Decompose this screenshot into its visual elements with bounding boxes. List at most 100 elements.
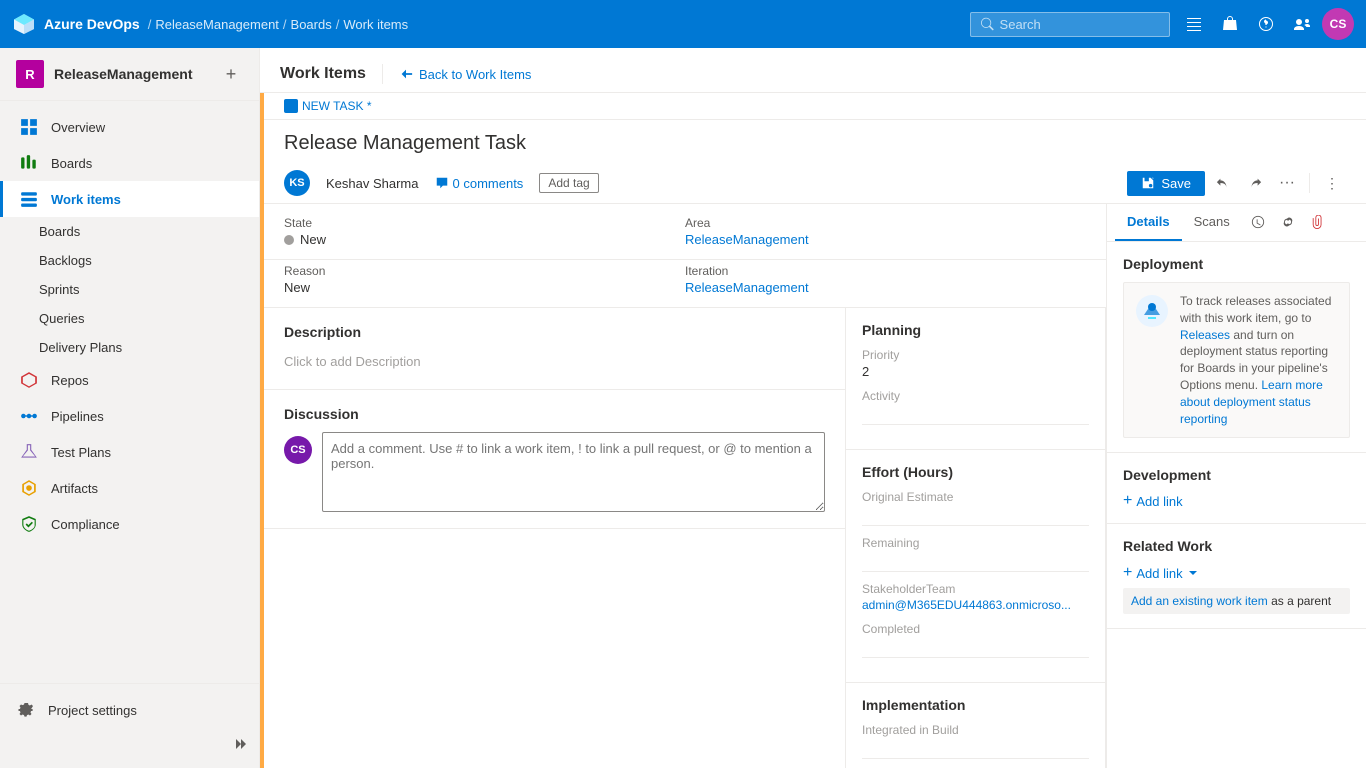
overview-icon (19, 117, 39, 137)
add-tag-button[interactable]: Add tag (539, 173, 598, 193)
author-avatar: KS (284, 170, 310, 196)
top-navbar: Azure DevOps / ReleaseManagement / Board… (0, 0, 1366, 48)
sidebar-item-boards-group[interactable]: Boards (0, 145, 259, 181)
parent-suggestion-box: Add an existing work item as a parent (1123, 588, 1350, 614)
redo-button[interactable] (1241, 169, 1269, 197)
tab-details[interactable]: Details (1115, 204, 1182, 241)
bag-icon[interactable] (1214, 8, 1246, 40)
people-icon[interactable] (1286, 8, 1318, 40)
sidebar-item-artifacts[interactable]: Artifacts (0, 470, 259, 506)
sidebar-add-button[interactable]: + (219, 62, 243, 86)
collapse-button[interactable] (0, 728, 259, 760)
sidebar-item-testplans[interactable]: Test Plans (0, 434, 259, 470)
comment-input[interactable] (322, 432, 825, 512)
integrated-build-input[interactable] (862, 739, 1089, 759)
sidebar-item-compliance[interactable]: Compliance (0, 506, 259, 542)
deployment-section: Deployment (1107, 242, 1366, 453)
undo-button[interactable] (1209, 169, 1237, 197)
help-icon[interactable] (1250, 8, 1282, 40)
add-link-plus-icon: + (1123, 493, 1132, 509)
related-work-section: Related Work + Add link Add an e (1107, 524, 1366, 629)
sidebar-item-sprints[interactable]: Sprints (0, 275, 259, 304)
testplans-icon (19, 442, 39, 462)
sidebar-item-workitems[interactable]: Work items (0, 181, 259, 217)
attachment-tab-icon[interactable] (1304, 209, 1332, 237)
stakeholder-field: StakeholderTeam admin@M365EDU444863.onmi… (862, 582, 1089, 612)
header-divider (382, 64, 383, 84)
discussion-input-area: CS (284, 432, 825, 512)
breadcrumb-boards[interactable]: Boards (291, 17, 332, 32)
original-estimate-input[interactable] (862, 506, 1089, 526)
sidebar-item-pipelines[interactable]: Pipelines (0, 398, 259, 434)
reason-field: Reason New (284, 264, 685, 295)
reason-value[interactable]: New (284, 280, 685, 295)
work-item-title-input[interactable] (284, 128, 1346, 159)
integrated-build-field: Integrated in Build (862, 723, 1089, 759)
app-logo: Azure DevOps (12, 12, 140, 36)
description-placeholder[interactable]: Click to add Description (284, 350, 825, 373)
add-existing-work-item-link[interactable]: Add an existing work item (1131, 594, 1268, 608)
related-add-plus-icon: + (1123, 564, 1132, 582)
stakeholder-value[interactable]: admin@M365EDU444863.onmicroso... (862, 598, 1089, 612)
collapse-icon (231, 736, 247, 752)
back-icon (399, 67, 413, 81)
far-right-sidebar: Details Scans (1106, 204, 1366, 768)
undo-icon (1216, 176, 1230, 190)
sidebar-footer: Project settings (0, 683, 259, 768)
comments-button[interactable]: 0 comments (435, 176, 524, 191)
content-area: Work Items Back to Work Items (260, 48, 1366, 768)
development-add-link-button[interactable]: + Add link (1123, 493, 1350, 509)
breadcrumb-release[interactable]: ReleaseManagement (155, 17, 279, 32)
remaining-field: Remaining (862, 536, 1089, 572)
form-main-content: State New Area ReleaseManageme (264, 204, 1106, 768)
redo-icon (1248, 176, 1262, 190)
state-value[interactable]: New (284, 232, 685, 247)
chevron-down-icon (1187, 567, 1199, 579)
history-tab-icon[interactable] (1244, 209, 1272, 237)
discussion-section: Discussion CS (264, 390, 845, 529)
side-options-button[interactable]: ⋮ (1318, 169, 1346, 197)
sidebar-item-delivery-plans[interactable]: Delivery Plans (0, 333, 259, 362)
more-options-button[interactable]: ··· (1273, 169, 1301, 197)
list-icon[interactable] (1178, 8, 1210, 40)
sidebar-item-queries[interactable]: Queries (0, 304, 259, 333)
completed-input[interactable] (862, 638, 1089, 658)
breadcrumb: / ReleaseManagement / Boards / Work item… (148, 17, 962, 32)
breadcrumb-workitems[interactable]: Work items (343, 17, 408, 32)
sidebar-item-boards[interactable]: Boards (0, 217, 259, 246)
project-settings-item[interactable]: Project settings (0, 692, 259, 728)
link-tab-icon[interactable] (1274, 209, 1302, 237)
releases-link[interactable]: Releases (1180, 328, 1230, 342)
iteration-field: Iteration ReleaseManagement (685, 264, 1086, 295)
save-button[interactable]: Save (1127, 171, 1205, 196)
tab-scans[interactable]: Scans (1182, 204, 1242, 241)
ellipsis-icon: ··· (1279, 174, 1295, 192)
sidebar-item-repos[interactable]: Repos (0, 362, 259, 398)
original-estimate-field: Original Estimate (862, 490, 1089, 526)
sidebar-header: R ReleaseManagement + (0, 48, 259, 101)
learn-more-link[interactable]: Learn more about deployment status repor… (1180, 378, 1323, 426)
deployment-description: To track releases associated with this w… (1180, 293, 1339, 427)
activity-field: Activity (862, 389, 1089, 425)
back-to-workitems-button[interactable]: Back to Work Items (399, 67, 531, 82)
area-field: Area ReleaseManagement (685, 216, 1086, 247)
area-value[interactable]: ReleaseManagement (685, 232, 1086, 247)
state-indicator (284, 235, 294, 245)
search-box[interactable] (970, 12, 1170, 37)
nav-icons: CS (1178, 8, 1354, 40)
sidebar-item-backlogs[interactable]: Backlogs (0, 246, 259, 275)
deployment-info-box: To track releases associated with this w… (1123, 282, 1350, 438)
pipelines-icon (19, 406, 39, 426)
project-name[interactable]: R ReleaseManagement (16, 60, 193, 88)
task-badge: NEW TASK * (284, 99, 372, 113)
user-avatar[interactable]: CS (1322, 8, 1354, 40)
remaining-input[interactable] (862, 552, 1089, 572)
vert-dots-icon: ⋮ (1325, 175, 1339, 192)
compliance-icon (19, 514, 39, 534)
search-input[interactable] (1000, 17, 1159, 32)
iteration-value[interactable]: ReleaseManagement (685, 280, 1086, 295)
deployment-icon (1134, 293, 1170, 329)
sidebar-item-overview[interactable]: Overview (0, 109, 259, 145)
related-work-add-link-button[interactable]: + Add link (1123, 564, 1199, 582)
activity-input[interactable] (862, 405, 1089, 425)
